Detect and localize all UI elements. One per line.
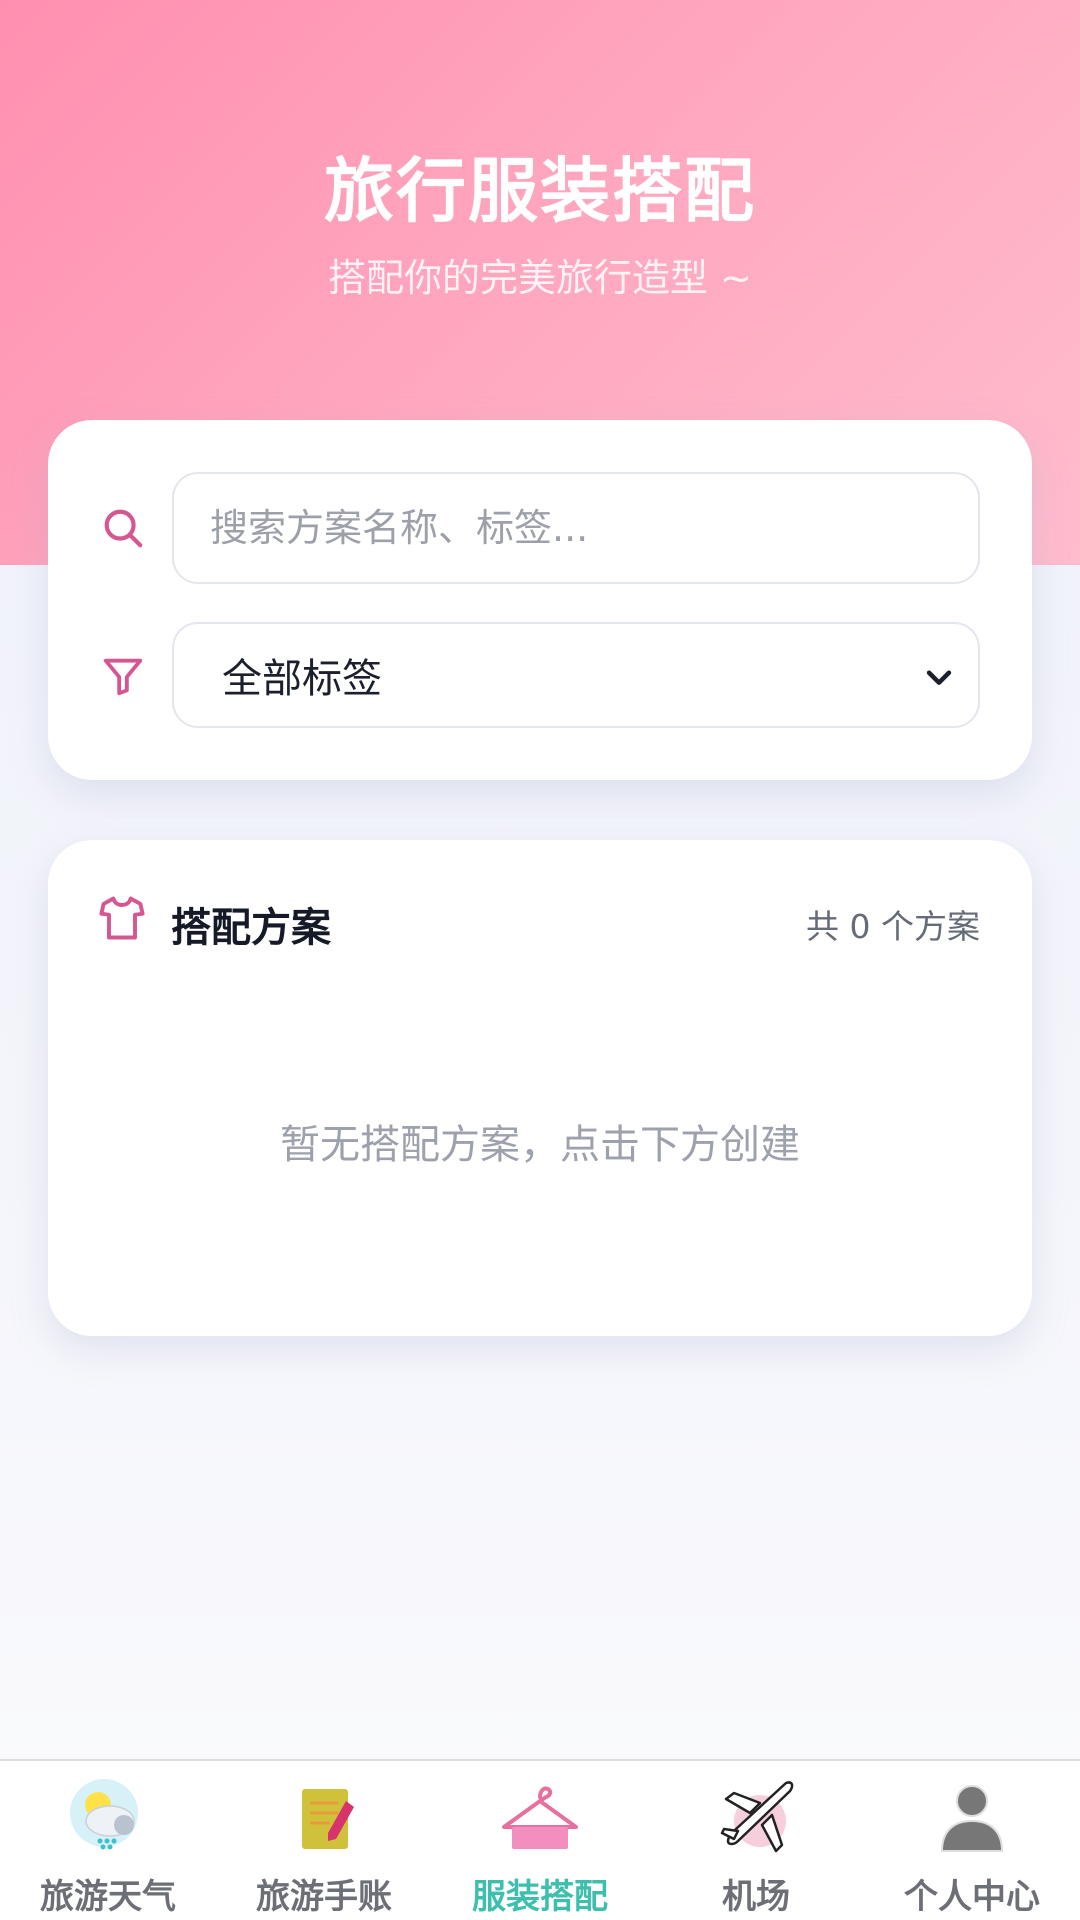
tab-airport[interactable]: 机场 <box>648 1761 864 1920</box>
weather-icon <box>66 1775 150 1859</box>
tab-label: 个人中心 <box>904 1877 1040 1917</box>
filter-icon <box>98 651 148 701</box>
search-icon <box>98 503 148 553</box>
tab-profile[interactable]: 个人中心 <box>864 1761 1080 1920</box>
hanger-icon <box>498 1775 582 1859</box>
tag-select[interactable]: 全部标签 <box>172 622 980 728</box>
tab-weather[interactable]: 旅游天气 <box>0 1761 216 1920</box>
tab-label: 旅游手账 <box>256 1877 392 1917</box>
tab-label: 服装搭配 <box>472 1877 608 1917</box>
tab-label: 机场 <box>722 1877 790 1917</box>
tab-label: 旅游天气 <box>40 1877 176 1917</box>
outfit-page: 旅行服装搭配 搭配你的完美旅行造型 ~ 全部标签 搭配方案 共 0 个方案 暂无… <box>0 0 1080 1920</box>
airplane-icon <box>714 1775 798 1859</box>
user-icon <box>930 1775 1014 1859</box>
tab-outfit[interactable]: 服装搭配 <box>432 1761 648 1920</box>
tab-journal[interactable]: 旅游手账 <box>216 1761 432 1920</box>
page-title: 旅行服装搭配 <box>324 150 756 232</box>
tag-select-value: 全部标签 <box>222 656 382 702</box>
chevron-down-icon <box>922 660 956 694</box>
page-subtitle: 搭配你的完美旅行造型 ~ <box>328 256 752 300</box>
search-input[interactable] <box>172 472 980 584</box>
plans-count: 共 0 个方案 <box>806 907 980 946</box>
tshirt-icon <box>96 892 148 944</box>
plans-title: 搭配方案 <box>171 905 331 951</box>
notebook-icon <box>282 1775 366 1859</box>
bottom-tab-bar: 旅游天气 旅游手账 服装搭配 机场 个人中心 <box>0 1759 1080 1920</box>
empty-state-text: 暂无搭配方案，点击下方创建 <box>280 1122 800 1168</box>
